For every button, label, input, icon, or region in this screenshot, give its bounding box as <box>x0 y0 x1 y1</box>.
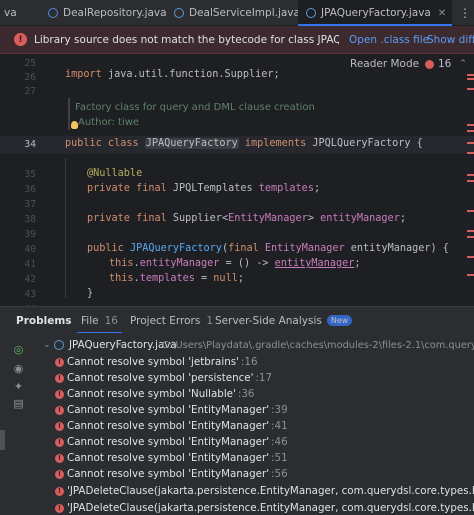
problem-item[interactable]: ! 'JPADeleteClause(jakarta.persistence.E… <box>0 483 474 499</box>
error-stripe-mark[interactable] <box>467 88 474 90</box>
java-file-icon <box>54 340 64 350</box>
line-number: 36 <box>24 184 36 195</box>
open-class-file-link[interactable]: Open .class file <box>349 34 429 46</box>
doc-comment-author: Author: tiwe <box>78 117 140 128</box>
new-badge: New <box>326 315 353 326</box>
error-icon: ! <box>55 453 64 463</box>
code-line-43: this.templates = null; <box>109 273 244 284</box>
show-diff-link[interactable]: Show diff <box>427 34 474 46</box>
error-stripe-mark[interactable] <box>467 78 474 80</box>
lightbulb-icon[interactable] <box>71 121 78 129</box>
file-path: C:\Users\Playdata\.gradle\caches\modules… <box>162 339 474 351</box>
problem-item[interactable]: ! Cannot resolve symbol 'EntityManager':… <box>0 434 474 450</box>
error-stripe-mark[interactable] <box>467 210 474 212</box>
error-icon: ! <box>55 373 64 383</box>
error-icon: ! <box>55 405 64 415</box>
code-line-34: public class JPAQueryFactory implements … <box>65 138 423 149</box>
error-stripe-mark[interactable] <box>467 142 474 144</box>
tool-window-stripe[interactable] <box>0 430 5 450</box>
indent-guide <box>65 158 66 298</box>
error-icon: ! <box>55 389 64 399</box>
line-number: 42 <box>24 274 36 285</box>
error-icon: ! <box>55 421 64 431</box>
file-name: JPAQueryFactory.java <box>69 339 177 351</box>
problem-item[interactable]: ! Cannot resolve symbol 'EntityManager':… <box>0 466 474 482</box>
tab-label: DealRepository.java <box>63 7 167 19</box>
line-number: 39 <box>24 229 36 240</box>
problem-item[interactable]: ! Cannot resolve symbol 'jetbrains':16 <box>0 354 474 370</box>
chevron-up-icon[interactable]: ⌃ <box>459 59 467 69</box>
tab-va[interactable]: va <box>4 0 17 26</box>
error-stripe-mark[interactable] <box>467 274 474 276</box>
tab-jpa-query-factory[interactable]: JPAQueryFactory.java ✕ <box>298 0 453 26</box>
problem-item[interactable]: ! Cannot resolve symbol 'EntityManager':… <box>0 418 474 434</box>
error-stripe-mark[interactable] <box>467 74 474 76</box>
java-file-icon <box>306 8 316 18</box>
close-icon[interactable]: ✕ <box>438 8 446 19</box>
more-tabs-icon[interactable]: ⋮ <box>456 0 474 26</box>
error-stripe-mark[interactable] <box>467 256 474 258</box>
file-node[interactable]: ⌄ JPAQueryFactory.java C:\Users\Playdata… <box>0 337 474 353</box>
line-number: 27 <box>24 86 36 97</box>
problem-item[interactable]: ! Cannot resolve symbol 'EntityManager':… <box>0 402 474 418</box>
line-number: 26 <box>24 72 36 83</box>
line-number: 43 <box>24 289 36 300</box>
error-icon: ! <box>14 33 27 46</box>
problems-list: ◎ ◉ ✦ ▤ ⌄ JPAQueryFactory.java C:\Users\… <box>0 333 474 515</box>
line-number: 25 <box>24 58 36 69</box>
tab-project-errors[interactable]: Project Errors 1 <box>130 307 213 334</box>
tab-deal-service-impl[interactable]: DealServiceImpl.java <box>174 0 300 26</box>
java-file-icon <box>48 8 58 18</box>
source-mismatch-banner: ! Library source does not match the byte… <box>0 26 474 54</box>
code-line-41: public JPAQueryFactory(final EntityManag… <box>87 243 449 254</box>
error-counter[interactable]: 16 ⌃ <box>425 58 467 70</box>
error-stripe-mark[interactable] <box>467 124 474 126</box>
problem-item[interactable]: ! Cannot resolve symbol 'Nullable':36 <box>0 386 474 402</box>
error-icon: ! <box>55 503 64 513</box>
error-stripe-mark[interactable] <box>467 174 474 176</box>
error-icon: ! <box>55 437 64 447</box>
problems-tool-window-header: Problems File 16 Project Errors 1 Server-S… <box>0 306 474 334</box>
banner-message: Library source does not match the byteco… <box>34 33 339 46</box>
doc-comment-line: Factory class for query and DML clause c… <box>75 102 315 113</box>
code-line-26: import java.util.function.Supplier; <box>65 69 280 80</box>
tab-label: DealServiceImpl.java <box>189 7 300 19</box>
error-stripe-mark[interactable] <box>467 236 474 238</box>
code-line-36: @Nullable <box>87 168 143 179</box>
tab-label: va <box>4 7 17 19</box>
error-stripe-mark[interactable] <box>467 130 474 132</box>
doc-comment-bar <box>68 98 70 130</box>
error-stripe-mark[interactable] <box>467 180 474 182</box>
line-number: 38 <box>24 214 36 225</box>
code-line-37: private final JPQLTemplates templates; <box>87 183 321 194</box>
editor-tab-bar: va DealRepository.java DealServiceImpl.j… <box>0 0 474 26</box>
line-number: 34 <box>24 139 36 150</box>
tab-file[interactable]: File 16 <box>77 307 122 334</box>
java-file-icon <box>174 8 184 18</box>
error-icon: ! <box>55 357 64 367</box>
error-stripe-mark[interactable] <box>467 152 474 154</box>
problem-item[interactable]: ! Cannot resolve symbol 'EntityManager':… <box>0 450 474 466</box>
problem-item[interactable]: ! Cannot resolve symbol 'persistence':17 <box>0 370 474 386</box>
reader-mode-toggle[interactable]: Reader Mode <box>350 58 419 70</box>
error-icon: ! <box>55 469 64 479</box>
tab-server-side-analysis[interactable]: Server-Side Analysis New <box>215 307 353 334</box>
error-stripe-mark[interactable] <box>467 230 474 232</box>
code-line-42: this.entityManager = () -> entityManager… <box>109 258 361 269</box>
line-number: 41 <box>24 259 36 270</box>
tab-deal-repository[interactable]: DealRepository.java <box>48 0 167 26</box>
tab-label: JPAQueryFactory.java <box>321 7 431 19</box>
error-icon: ! <box>55 486 64 496</box>
error-count: 16 <box>438 58 452 70</box>
problems-title: Problems <box>16 314 72 327</box>
problem-item[interactable]: ! 'JPADeleteClause(jakarta.persistence.E… <box>0 500 474 515</box>
error-icon <box>425 59 434 69</box>
code-line-39: private final Supplier<EntityManager> en… <box>87 213 406 224</box>
code-line-44: } <box>87 288 94 299</box>
line-number: 40 <box>24 244 36 255</box>
code-editor[interactable]: Reader Mode 16 ⌃ 25 26 27 34 35 36 37 38… <box>0 54 474 306</box>
line-number: 37 <box>24 199 36 210</box>
chevron-down-icon[interactable]: ⌄ <box>43 340 51 350</box>
line-number: 35 <box>24 169 36 180</box>
